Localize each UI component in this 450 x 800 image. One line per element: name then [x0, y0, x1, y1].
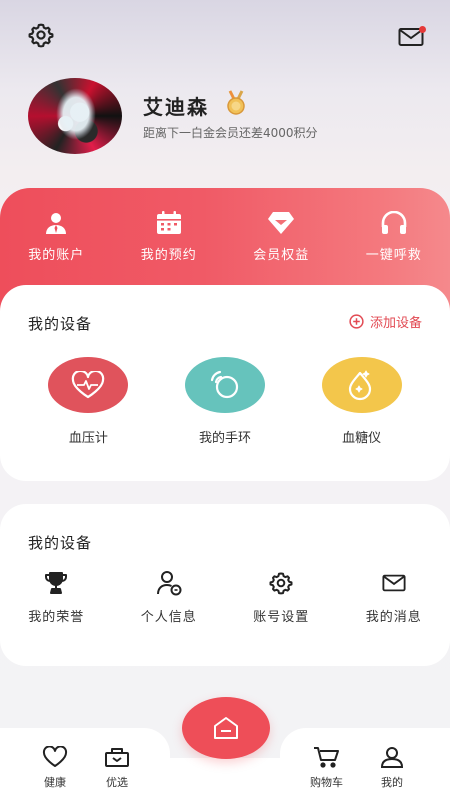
tab-featured[interactable]: 优选	[104, 746, 130, 790]
home-icon	[214, 717, 238, 739]
headset-icon	[380, 210, 408, 236]
user-name: 艾迪森	[143, 95, 209, 119]
tab-mine[interactable]: 我的	[380, 746, 404, 790]
plus-circle-icon	[349, 314, 364, 329]
quick-action-label: 一键呼救	[365, 248, 422, 263]
device-icon-circle	[321, 357, 402, 413]
device-list: 血压计 我的手环 血糖仪	[0, 357, 450, 446]
person-info-icon	[156, 570, 182, 596]
trophy-icon	[44, 570, 68, 596]
settings-item-label: 我的荣誉	[28, 610, 85, 625]
device-glucose-meter[interactable]: 血糖仪	[307, 357, 417, 446]
device-icon-circle	[48, 357, 129, 413]
tab-health[interactable]: 健康	[42, 746, 68, 790]
tab-bar-middle-segment	[150, 758, 300, 800]
settings-item-label: 我的消息	[365, 610, 422, 625]
tab-bar-left-segment	[0, 728, 170, 800]
diamond-icon	[267, 210, 295, 236]
tab-cart[interactable]: 购物车	[310, 746, 343, 790]
settings-item-label: 个人信息	[140, 610, 197, 625]
points-progress-text: 距离下一白金会员还差4000积分	[143, 126, 318, 140]
devices-card-title: 我的设备	[28, 315, 93, 333]
tab-label: 优选	[106, 776, 128, 789]
settings-button[interactable]	[26, 20, 56, 50]
tab-label: 购物车	[310, 776, 343, 789]
home-fab-button[interactable]	[182, 697, 270, 759]
tab-label: 健康	[44, 776, 66, 789]
settings-item-honors[interactable]: 我的荣誉	[0, 570, 113, 625]
heart-pulse-icon	[72, 371, 105, 399]
settings-card-title: 我的设备	[28, 534, 93, 552]
drop-icon	[348, 370, 371, 401]
gear-icon	[269, 570, 293, 596]
add-device-button[interactable]: 添加设备	[349, 312, 422, 331]
quick-action-account[interactable]: 我的账户	[0, 210, 113, 263]
quick-action-emergency-call[interactable]: 一键呼救	[338, 210, 450, 263]
quick-action-label: 我的预约	[140, 248, 197, 263]
add-device-label: 添加设备	[369, 316, 422, 331]
box-icon	[105, 748, 129, 767]
avatar[interactable]	[28, 78, 122, 154]
settings-list: 我的荣誉 个人信息 账号设置 我的消息	[0, 570, 450, 625]
device-label: 血压计	[68, 431, 108, 446]
profile-section: 艾迪森 距离下一白金会员还差4000积分	[28, 78, 430, 158]
tab-label: 我的	[381, 776, 403, 789]
quick-actions: 我的账户 我的预约 会员权益 一键呼救	[0, 210, 450, 263]
unread-dot	[419, 26, 426, 33]
settings-card: 我的设备 我的荣誉 个人信息 账号设置 我的消息	[0, 504, 450, 666]
messages-button[interactable]	[396, 22, 426, 52]
user-icon	[44, 210, 68, 236]
profile-icon	[380, 747, 404, 768]
device-label: 我的手环	[198, 431, 251, 446]
settings-item-account-settings[interactable]: 账号设置	[225, 570, 338, 625]
devices-card: 我的设备 添加设备 血压计 我的手环 血糖仪	[0, 285, 450, 481]
quick-action-label: 会员权益	[253, 248, 310, 263]
envelope-icon	[382, 570, 406, 596]
top-bar	[24, 20, 430, 50]
calendar-icon	[156, 210, 182, 236]
quick-action-appointments[interactable]: 我的预约	[113, 210, 226, 263]
quick-action-label: 我的账户	[28, 248, 85, 263]
medal-icon	[224, 90, 248, 120]
settings-item-personal-info[interactable]: 个人信息	[113, 570, 226, 625]
device-blood-pressure-monitor[interactable]: 血压计	[33, 357, 143, 446]
settings-item-label: 账号设置	[253, 610, 310, 625]
settings-item-messages[interactable]: 我的消息	[338, 570, 450, 625]
tab-bar-right-segment	[280, 728, 450, 800]
band-icon	[210, 370, 239, 399]
cart-icon	[313, 747, 339, 768]
gear-icon	[28, 23, 54, 48]
device-icon-circle	[184, 357, 265, 413]
device-label: 血糖仪	[342, 431, 382, 446]
device-wristband[interactable]: 我的手环	[170, 357, 280, 446]
heart-icon	[42, 746, 68, 767]
quick-action-member-benefits[interactable]: 会员权益	[225, 210, 338, 263]
